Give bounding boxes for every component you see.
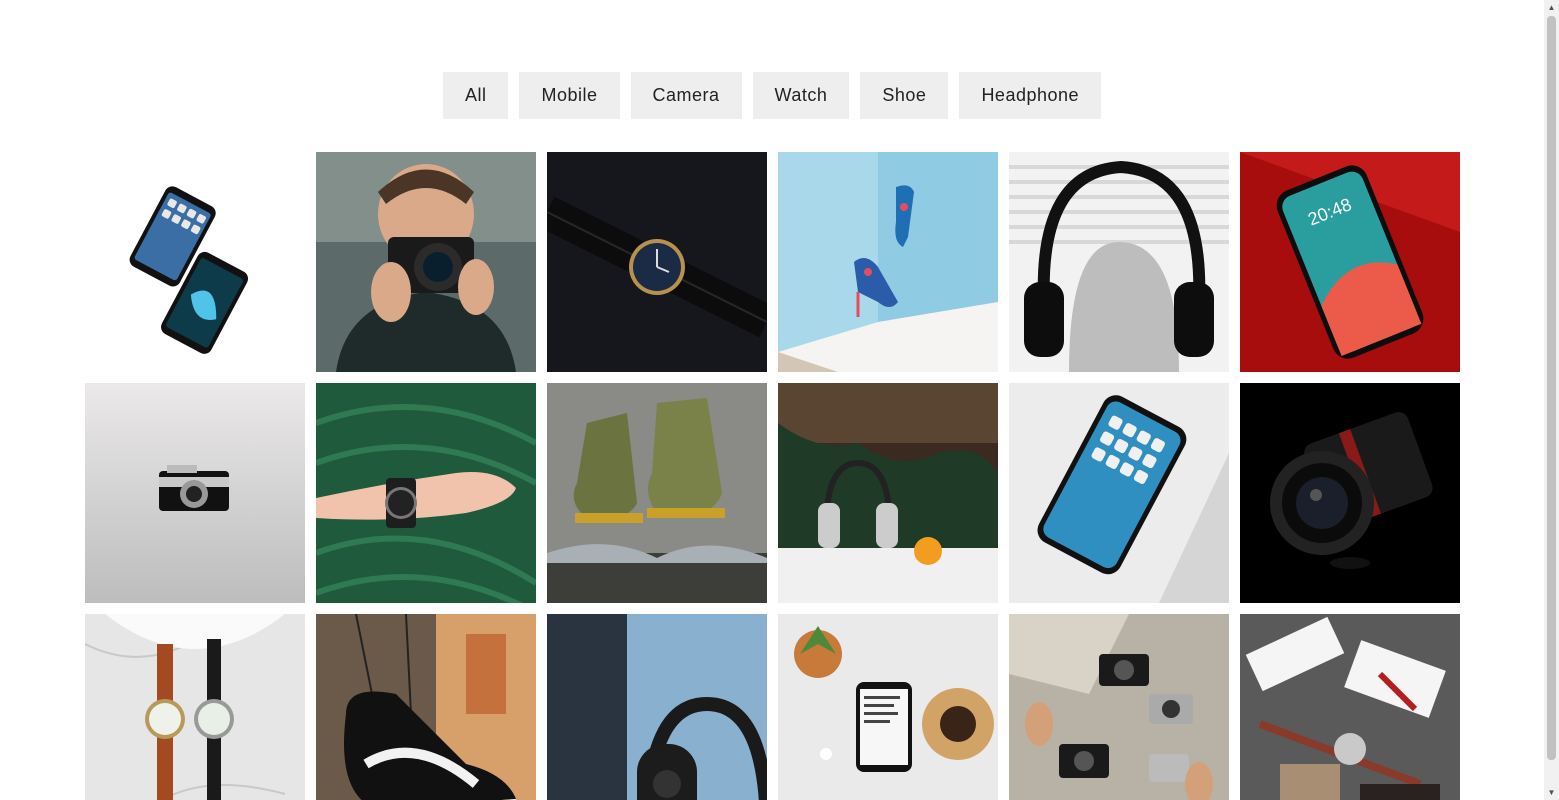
cameras-icon [1009,614,1229,800]
gallery-item-camera[interactable] [1240,383,1460,603]
gallery-item-camera[interactable] [85,383,305,603]
gallery-item-headphone[interactable] [778,383,998,603]
filter-shoe-button[interactable]: Shoe [860,72,949,119]
page-scrollbar[interactable]: ▲ ▼ [1544,0,1559,800]
headphone-icon [778,383,998,603]
gallery-item-mobile[interactable] [778,614,998,800]
sneaker-icon [316,614,536,800]
filter-headphone-button[interactable]: Headphone [959,72,1102,119]
camera-person-icon [316,152,536,372]
boots-icon [547,383,767,603]
gallery-item-mobile[interactable] [1009,383,1229,603]
gallery-item-headphone[interactable] [1009,152,1229,372]
watch-gift-icon [1240,614,1460,800]
gallery-item-mobile[interactable]: 20:48 [1240,152,1460,372]
gallery-item-watch[interactable] [85,614,305,800]
lens-icon [1240,383,1460,603]
phone-icon: 20:48 [1240,152,1460,372]
watch-wrist-icon [316,383,536,603]
scroll-up-icon[interactable]: ▲ [1544,0,1559,15]
gallery-item-shoe[interactable] [316,614,536,800]
high-heel-icon [778,152,998,372]
gallery-item-watch[interactable] [547,152,767,372]
scroll-thumb[interactable] [1547,16,1556,760]
gallery-item-watch[interactable] [316,383,536,603]
camera-icon [85,383,305,603]
gallery-item-watch[interactable] [1240,614,1460,800]
watch-icon [547,152,767,372]
filter-mobile-button[interactable]: Mobile [519,72,620,119]
filter-watch-button[interactable]: Watch [752,72,850,119]
phone-pair-icon [85,152,305,372]
gallery-item-camera[interactable] [1009,614,1229,800]
gallery-item-headphone[interactable] [547,614,767,800]
gallery-item-camera[interactable] [316,152,536,372]
phone-icon [1009,383,1229,603]
headphone-icon [1009,152,1229,372]
product-gallery: 20:48 [85,152,1460,800]
filter-all-button[interactable]: All [442,72,509,119]
filter-camera-button[interactable]: Camera [630,72,742,119]
category-filter-bar: All Mobile Camera Watch Shoe Headphone [0,72,1544,119]
watches-icon [85,614,305,800]
gallery-item-mobile[interactable] [85,152,305,372]
gallery-item-shoe[interactable] [547,383,767,603]
headphone-icon [547,614,767,800]
phone-desk-icon [778,614,998,800]
gallery-item-shoe[interactable] [778,152,998,372]
scroll-down-icon[interactable]: ▼ [1544,785,1559,800]
